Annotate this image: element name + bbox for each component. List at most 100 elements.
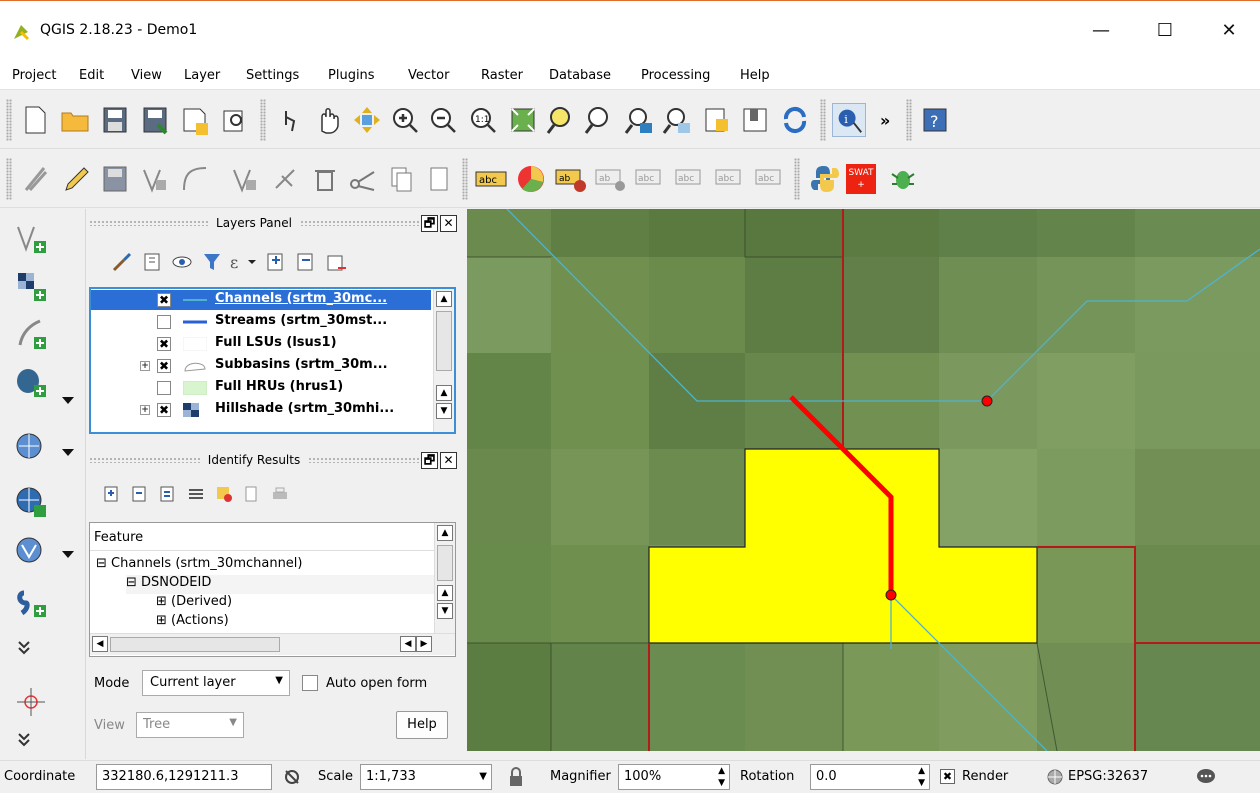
crs-globe-icon[interactable]: [1046, 768, 1064, 786]
scroll-down-button[interactable]: ▼: [436, 403, 452, 419]
more-tools-icon[interactable]: [14, 729, 34, 749]
rotation-field[interactable]: 0.0 ▲ ▼: [810, 764, 930, 790]
menu-raster[interactable]: Raster: [481, 68, 523, 83]
dropdown-arrow-icon[interactable]: [62, 551, 74, 558]
zoom-to-selection-icon[interactable]: [544, 103, 578, 137]
new-bookmark-icon[interactable]: [738, 103, 772, 137]
zoom-native-icon[interactable]: 1:1: [466, 103, 500, 137]
menu-processing[interactable]: Processing: [641, 68, 710, 83]
add-wfs-icon[interactable]: [14, 485, 48, 519]
scroll-right-button[interactable]: ▶: [416, 636, 432, 652]
collapse-node-icon[interactable]: ⊟: [126, 575, 137, 590]
add-wcs-icon[interactable]: [14, 535, 48, 569]
channel-node-point[interactable]: [885, 589, 897, 601]
layer-row-hillshade[interactable]: + ✖ Hillshade (srtm_30mhi...: [91, 400, 431, 420]
zoom-last-icon[interactable]: [622, 103, 656, 137]
new-map-view-icon[interactable]: [700, 103, 734, 137]
expand-node-icon[interactable]: ⊞: [156, 613, 167, 628]
close-panel-button[interactable]: ✕: [440, 214, 457, 232]
spin-arrows-icon[interactable]: ▲ ▼: [918, 765, 925, 789]
copy-features-icon[interactable]: [384, 162, 418, 196]
scroll-thumb[interactable]: [110, 637, 280, 652]
manage-visibility-icon[interactable]: [170, 250, 194, 274]
layer-visibility-checkbox[interactable]: ✖: [157, 359, 171, 373]
zoom-out-icon[interactable]: [426, 103, 460, 137]
zoom-to-layer-icon[interactable]: [582, 103, 616, 137]
new-project-icon[interactable]: [18, 103, 52, 137]
save-as-icon[interactable]: [138, 103, 172, 137]
add-spatialite-icon[interactable]: [14, 585, 48, 619]
scroll-thumb[interactable]: [437, 545, 453, 581]
menu-help[interactable]: Help: [740, 68, 770, 83]
refresh-icon[interactable]: [778, 103, 812, 137]
node-tool-icon[interactable]: [228, 162, 262, 196]
layer-row-streams[interactable]: Streams (srtm_30mst...: [91, 312, 431, 332]
map-canvas-layers[interactable]: [467, 209, 1260, 751]
layers-scrollbar[interactable]: ▲ ▲ ▼: [433, 289, 454, 432]
menu-edit[interactable]: Edit: [79, 68, 104, 83]
close-button[interactable]: ✕: [1206, 15, 1252, 47]
add-vector-layer-icon[interactable]: [14, 221, 48, 255]
map-canvas[interactable]: [467, 209, 1260, 751]
rotate-label-icon[interactable]: abc: [714, 162, 748, 196]
dropdown-arrow-icon[interactable]: [62, 397, 74, 404]
scroll-left-button[interactable]: ◀: [92, 636, 108, 652]
menu-plugins[interactable]: Plugins: [328, 68, 375, 83]
add-group-icon[interactable]: [140, 250, 164, 274]
channel-node-point[interactable]: [981, 395, 993, 407]
mode-select[interactable]: Current layer ▼: [142, 670, 290, 696]
plugin-bug-icon[interactable]: [886, 162, 920, 196]
add-delimited-text-icon[interactable]: [14, 317, 48, 351]
view-select[interactable]: Tree ▼: [136, 712, 244, 738]
layer-labeling-icon[interactable]: ab: [554, 162, 588, 196]
toggle-extents-icon[interactable]: [282, 767, 302, 787]
style-manager-icon[interactable]: [110, 250, 134, 274]
dropdown-arrow-icon[interactable]: [62, 449, 74, 456]
zoom-next-icon[interactable]: [660, 103, 694, 137]
identify-vertical-scrollbar[interactable]: ▲ ▲ ▼: [434, 523, 455, 633]
identify-results-tree[interactable]: Feature ⊟ Channels (srtm_30mchannel) ⊟ D…: [89, 522, 456, 657]
label-icon[interactable]: abc: [474, 162, 508, 196]
print-icon[interactable]: [270, 484, 290, 504]
toggle-editing-icon[interactable]: [58, 162, 92, 196]
collapse-node-icon[interactable]: ⊟: [96, 556, 107, 571]
add-wms-icon[interactable]: [14, 431, 48, 465]
menu-vector[interactable]: Vector: [408, 68, 449, 83]
toolbar-grip[interactable]: [794, 158, 800, 200]
expand-new-results-icon[interactable]: [158, 484, 178, 504]
layer-row-channels[interactable]: ✖ Channels (srtm_30mc...: [91, 290, 431, 310]
touch-zoom-icon[interactable]: [272, 103, 306, 137]
layer-visibility-checkbox[interactable]: [157, 315, 171, 329]
layer-visibility-checkbox[interactable]: ✖: [157, 403, 171, 417]
expand-tree-icon[interactable]: [102, 484, 122, 504]
help-icon[interactable]: ?: [918, 103, 952, 137]
new-print-composer-icon[interactable]: [178, 103, 212, 137]
maximize-button[interactable]: ☐: [1142, 15, 1188, 47]
layer-visibility-checkbox[interactable]: ✖: [157, 337, 171, 351]
open-project-icon[interactable]: [58, 103, 92, 137]
form-view-icon[interactable]: [186, 484, 206, 504]
python-console-icon[interactable]: [808, 162, 842, 196]
expand-node-icon[interactable]: +: [140, 405, 150, 415]
help-button[interactable]: Help: [396, 711, 448, 739]
add-raster-layer-icon[interactable]: [14, 269, 48, 303]
menu-project[interactable]: Project: [12, 68, 56, 83]
move-feature-icon[interactable]: [178, 162, 212, 196]
auto-open-form-checkbox[interactable]: [302, 675, 318, 691]
swat-plus-icon[interactable]: SWAT +: [846, 164, 876, 194]
save-layer-edits-icon[interactable]: [98, 162, 132, 196]
menu-layer[interactable]: Layer: [184, 68, 220, 83]
messages-icon[interactable]: [1196, 768, 1216, 786]
toolbar-grip[interactable]: [820, 99, 826, 141]
expand-all-icon[interactable]: [264, 250, 288, 274]
gps-tool-icon[interactable]: [14, 685, 48, 719]
toolbar-grip[interactable]: [906, 99, 912, 141]
result-node-actions[interactable]: ⊞ (Actions): [156, 613, 229, 632]
result-node-channels[interactable]: ⊟ Channels (srtm_30mchannel): [96, 556, 303, 575]
toolbar-grip[interactable]: [260, 99, 266, 141]
rotate-feature-icon[interactable]: [268, 162, 302, 196]
crs-label[interactable]: EPSG:32637: [1068, 769, 1148, 784]
composer-manager-icon[interactable]: [218, 103, 252, 137]
diagram-icon[interactable]: [514, 162, 548, 196]
identify-icon[interactable]: i: [832, 103, 866, 137]
